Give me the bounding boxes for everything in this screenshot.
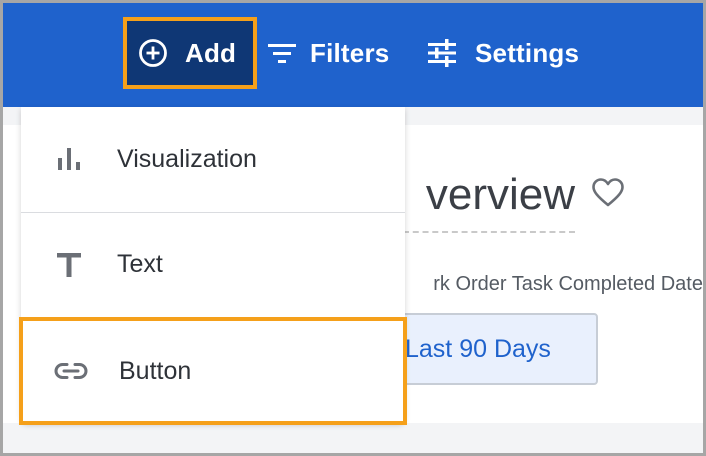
plus-circle-icon: [138, 38, 168, 68]
menu-item-text[interactable]: Text: [21, 212, 405, 316]
screenshot-frame: Add Filters Settings verview rk Order Ta…: [0, 0, 706, 456]
settings-button[interactable]: Settings: [427, 17, 579, 89]
menu-item-label: Text: [117, 250, 163, 278]
menu-item-label: Button: [119, 356, 192, 385]
menu-item-button[interactable]: Button: [19, 317, 407, 425]
add-button[interactable]: Add: [123, 17, 257, 89]
text-t-icon: [21, 251, 117, 279]
menu-item-visualization[interactable]: Visualization: [21, 107, 405, 211]
settings-button-label: Settings: [475, 37, 580, 68]
date-filter-value[interactable]: Last 90 Days: [383, 313, 598, 385]
title-underline: [403, 231, 575, 233]
sliders-icon: [427, 39, 457, 67]
filters-button-label: Filters: [310, 37, 390, 68]
heart-icon[interactable]: [591, 177, 625, 214]
filter-lines-icon: [267, 41, 297, 65]
dashboard-toolbar: Add Filters Settings: [3, 3, 703, 107]
add-dropdown-menu: Visualization Text Button: [19, 107, 407, 425]
add-button-label: Add: [185, 37, 237, 68]
menu-item-label: Visualization: [117, 144, 257, 173]
bar-chart-icon: [21, 147, 117, 171]
link-icon: [23, 361, 119, 381]
filters-button[interactable]: Filters: [267, 17, 389, 89]
